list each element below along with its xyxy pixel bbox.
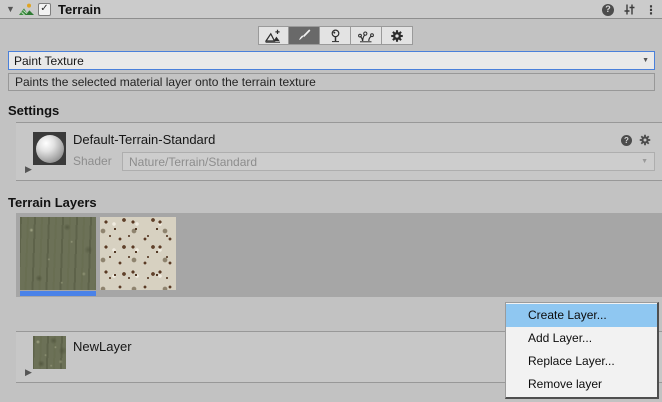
- presets-icon[interactable]: [623, 3, 636, 16]
- tree-icon: [328, 29, 343, 43]
- terrain-settings-button[interactable]: [382, 26, 413, 45]
- stone-texture-thumbnail: [100, 217, 176, 290]
- material-help-icon[interactable]: ?: [621, 135, 632, 146]
- settings-section-label: Settings: [8, 103, 59, 118]
- selected-layer-indicator: [20, 291, 96, 296]
- paint-terrain-button[interactable]: [289, 26, 320, 45]
- flowers-icon: [358, 29, 374, 43]
- menu-item-create-layer[interactable]: Create Layer...: [506, 304, 657, 327]
- shader-dropdown[interactable]: Nature/Terrain/Standard ▼: [122, 152, 655, 171]
- new-layer-name: NewLayer: [73, 339, 132, 354]
- chevron-down-icon: ▼: [642, 57, 649, 64]
- terrain-component-icon: [19, 3, 34, 16]
- new-layer-thumbnail[interactable]: [33, 336, 66, 369]
- help-glyph: ?: [624, 136, 629, 145]
- terrain-layers-grid: [16, 213, 662, 297]
- tool-description-text: Paints the selected material layer onto …: [15, 75, 316, 89]
- shader-dropdown-value: Nature/Terrain/Standard: [129, 155, 641, 169]
- paintbrush-icon: [297, 28, 312, 43]
- material-foldout-arrow[interactable]: ▶: [25, 165, 32, 174]
- mountain-plus-icon: [265, 29, 282, 43]
- tool-description-box: Paints the selected material layer onto …: [8, 73, 655, 91]
- create-neighbor-terrains-button[interactable]: [258, 26, 289, 45]
- paint-tool-dropdown[interactable]: Paint Texture ▼: [8, 51, 655, 70]
- terrain-tool-toolbar: [258, 26, 413, 45]
- chevron-down-icon: ▼: [641, 158, 648, 165]
- more-menu-icon[interactable]: ⋮: [645, 3, 657, 17]
- shader-label: Shader: [73, 154, 112, 168]
- help-icon[interactable]: ?: [602, 4, 614, 16]
- terrain-inspector-panel: ▼ ✓ Terrain ? ⋮: [0, 0, 662, 402]
- material-sphere-icon: [36, 135, 64, 163]
- checkmark-icon: ✓: [40, 4, 48, 14]
- grass-texture-thumbnail: [20, 217, 96, 290]
- inspector-header: ▼ ✓ Terrain ? ⋮: [0, 0, 662, 19]
- material-name: Default-Terrain-Standard: [73, 132, 215, 147]
- paint-trees-button[interactable]: [320, 26, 351, 45]
- component-title: Terrain: [58, 2, 101, 17]
- gear-icon: [390, 29, 404, 43]
- menu-item-remove-layer[interactable]: Remove layer: [506, 373, 657, 396]
- component-enabled-checkbox[interactable]: ✓: [38, 3, 51, 16]
- layer-context-menu: Create Layer... Add Layer... Replace Lay…: [505, 302, 659, 399]
- help-glyph: ?: [605, 5, 611, 14]
- paint-details-button[interactable]: [351, 26, 382, 45]
- terrain-layer-tile-stone[interactable]: [100, 217, 176, 290]
- terrain-layers-section-label: Terrain Layers: [8, 195, 97, 210]
- menu-item-add-layer[interactable]: Add Layer...: [506, 327, 657, 350]
- terrain-layer-tile-grass[interactable]: [20, 217, 96, 296]
- paint-tool-dropdown-value: Paint Texture: [14, 54, 642, 68]
- material-gear-icon[interactable]: [639, 134, 651, 146]
- component-foldout-arrow[interactable]: ▼: [6, 5, 18, 14]
- terrain-material-row: Default-Terrain-Standard ? Shader Nature…: [16, 122, 662, 181]
- new-layer-foldout-arrow[interactable]: ▶: [25, 368, 32, 377]
- material-preview: [33, 132, 66, 165]
- menu-item-replace-layer[interactable]: Replace Layer...: [506, 350, 657, 373]
